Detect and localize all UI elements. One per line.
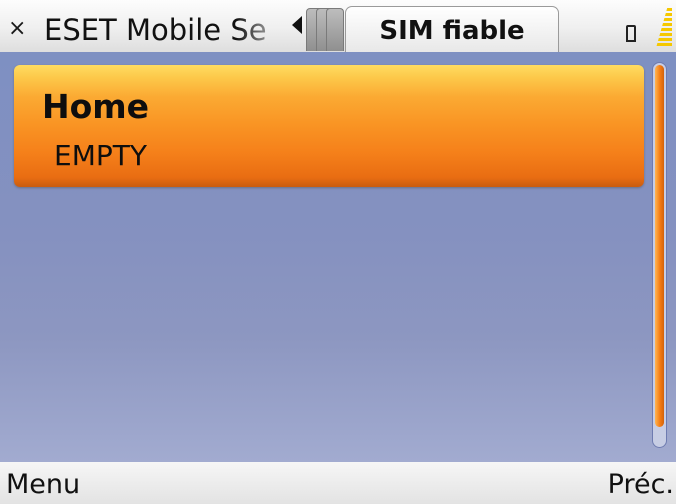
back-softkey[interactable]: Préc.	[608, 468, 674, 502]
list-item-title: Home	[42, 87, 150, 126]
tab-sim-fiable[interactable]: SIM fiable	[345, 6, 559, 52]
scrollbar[interactable]	[652, 62, 667, 448]
softkey-bar: Menu Préc.	[0, 462, 676, 504]
close-icon[interactable]: ×	[8, 14, 26, 44]
tab-label: SIM fiable	[379, 16, 525, 46]
hidden-tabs-stack[interactable]	[306, 8, 350, 51]
list-item-home[interactable]: Home EMPTY	[14, 65, 644, 187]
phone-screen: × ESET Mobile Se SIM fiable Home EMPTY M…	[0, 0, 676, 504]
tab-previous-arrow-icon[interactable]	[290, 14, 304, 36]
status-tab-bar: × ESET Mobile Se SIM fiable	[0, 0, 676, 52]
app-title: ESET Mobile Se	[44, 13, 267, 47]
stacked-tab	[326, 8, 344, 51]
menu-softkey[interactable]: Menu	[6, 468, 80, 502]
main-list-area: Home EMPTY	[0, 52, 676, 462]
scrollbar-thumb[interactable]	[655, 65, 664, 427]
list-item-subtitle: EMPTY	[54, 139, 147, 172]
signal-strength-icon	[656, 8, 672, 48]
battery-icon	[626, 25, 636, 42]
